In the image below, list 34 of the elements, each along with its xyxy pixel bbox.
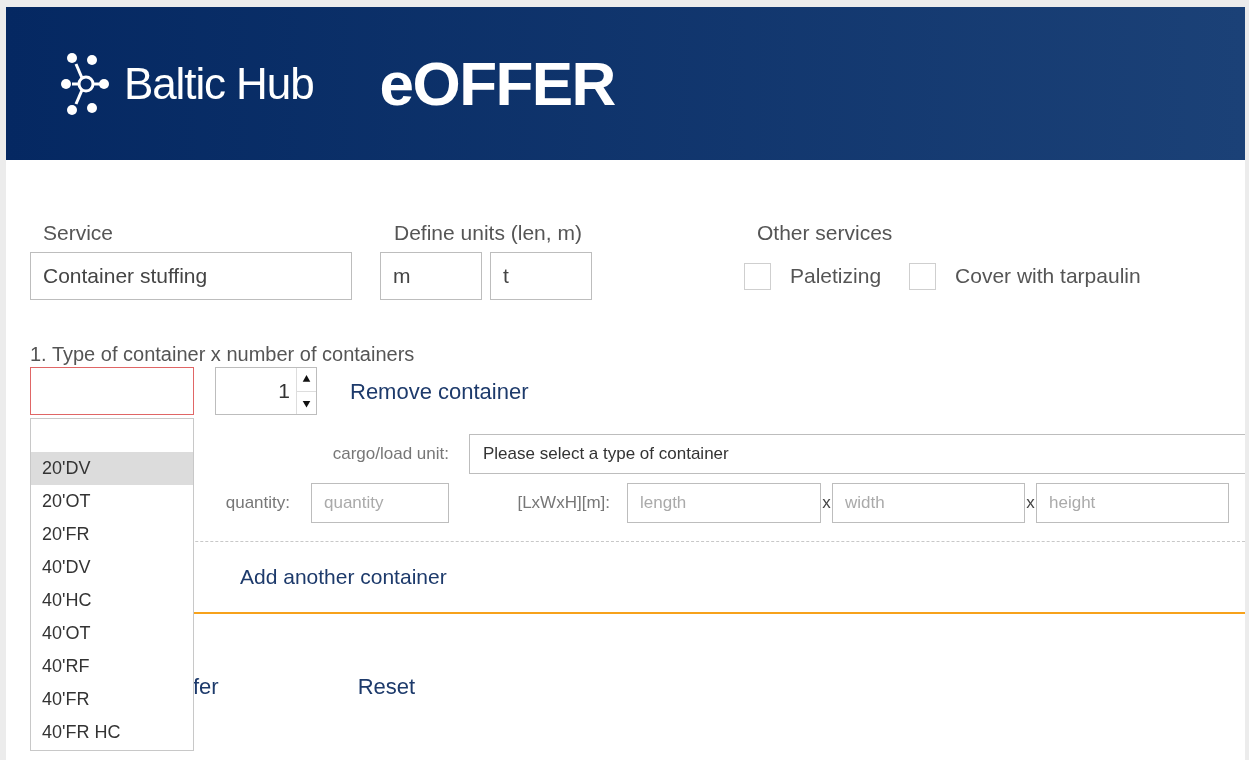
dropdown-option[interactable]: 20'FR bbox=[31, 518, 193, 551]
dropdown-option[interactable]: 40'FR bbox=[31, 683, 193, 716]
times-sign: x bbox=[821, 492, 832, 515]
field-label: [LxWxH][m]: bbox=[517, 492, 610, 515]
container-type-select[interactable] bbox=[30, 367, 194, 415]
field-label: quantity: bbox=[225, 492, 290, 515]
dropdown-option[interactable]: 20'DV bbox=[31, 452, 193, 485]
dropdown-option[interactable]: 20'OT bbox=[31, 485, 193, 518]
app-title: eOFFER bbox=[379, 48, 615, 120]
length-unit-field[interactable]: m bbox=[380, 252, 482, 300]
dropdown-option[interactable]: 40'RF bbox=[31, 650, 193, 683]
action-link[interactable]: fer bbox=[193, 676, 219, 698]
cargo-select[interactable]: Please select a type of container bbox=[469, 434, 1245, 474]
checkbox-label: Paletizing bbox=[790, 263, 882, 290]
add-container-link[interactable]: Add another container bbox=[240, 566, 447, 587]
checkbox[interactable] bbox=[744, 262, 771, 290]
checkbox-label: Cover with tarpaulin bbox=[955, 263, 1141, 290]
action-link[interactable]: Reset bbox=[357, 676, 416, 698]
section-title: 1. Type of container x number of containers bbox=[30, 344, 416, 364]
field-label: Service bbox=[42, 222, 115, 246]
weight-unit-field[interactable]: t bbox=[490, 252, 592, 300]
field-label: Other services bbox=[756, 222, 894, 246]
field-label: Define units (len, m) bbox=[393, 222, 583, 246]
checkbox[interactable] bbox=[909, 262, 937, 290]
dropdown-option[interactable]: 40'DV bbox=[31, 551, 193, 584]
field-label: cargo/load unit: bbox=[332, 443, 449, 466]
dropdown-option[interactable]: 40'FR HC bbox=[31, 716, 193, 749]
dropdown-option[interactable]: 40'HC bbox=[31, 584, 193, 617]
times-sign: x bbox=[1025, 492, 1036, 515]
service-field[interactable]: Container stuffing bbox=[30, 252, 352, 300]
remove-container-link[interactable]: Remove container bbox=[350, 374, 529, 408]
dropdown-option[interactable]: 40'OT bbox=[31, 617, 193, 650]
logo-text: Baltic Hub bbox=[124, 57, 314, 110]
count-spinner[interactable]: 1 bbox=[215, 367, 317, 415]
